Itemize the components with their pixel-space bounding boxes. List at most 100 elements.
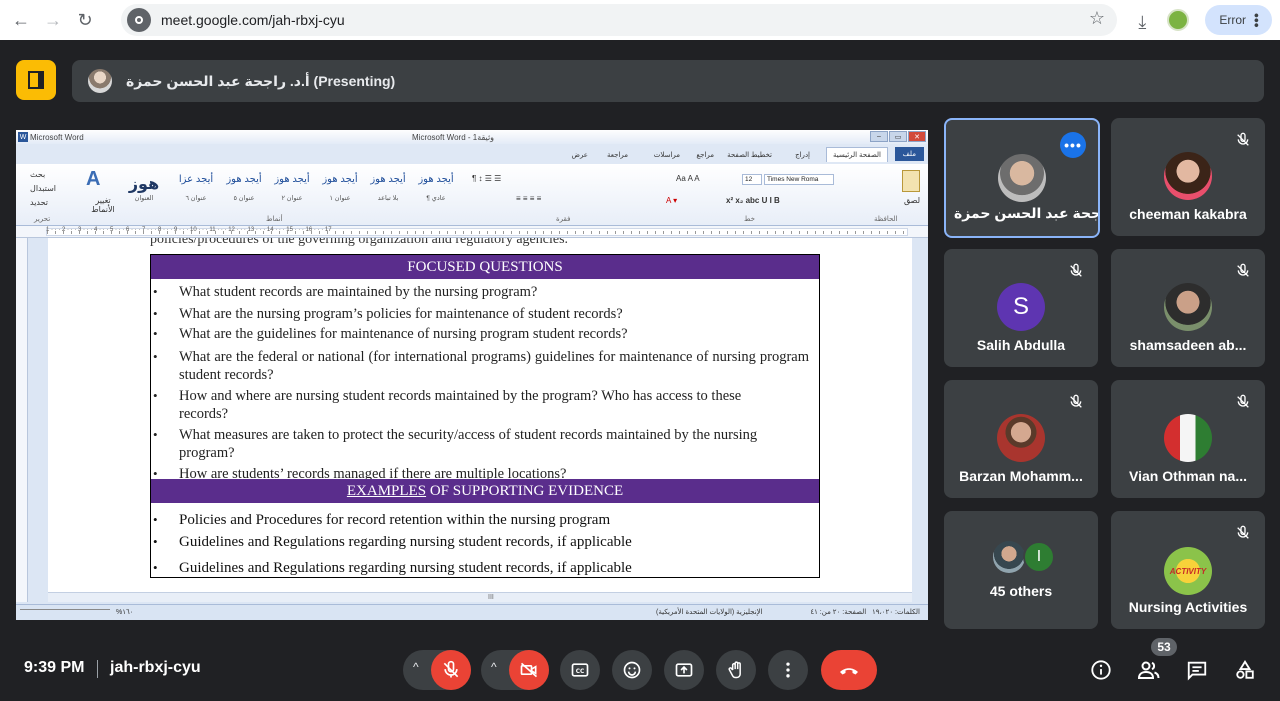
participant-name: 45 others bbox=[989, 583, 1053, 599]
participant-tile[interactable]: ACTIVITY Nursing Activities bbox=[1111, 511, 1265, 629]
tab-page-layout[interactable]: تخطيط الصفحة bbox=[727, 151, 772, 159]
address-bar[interactable]: meet.google.com/jah-rbxj-cyu ☆ bbox=[121, 4, 1117, 36]
mic-options-icon[interactable]: ^ bbox=[413, 660, 419, 674]
forward-icon[interactable]: → bbox=[42, 9, 64, 31]
participant-name: Vian Othman na... bbox=[1129, 468, 1247, 484]
tab-references[interactable]: مراجع bbox=[696, 151, 714, 159]
font-grow-shrink-buttons[interactable]: Aa A A bbox=[676, 174, 700, 186]
activities-icon bbox=[1236, 660, 1254, 679]
horizontal-ruler: 1 · · · 2 · · · 3 · · · 4 · · · 5 · · · … bbox=[16, 226, 928, 238]
change-styles-icon[interactable]: A bbox=[86, 168, 100, 191]
people-button[interactable] bbox=[1137, 658, 1161, 682]
style-no-spacing[interactable]: أيجد هوز بلا تباعد bbox=[368, 174, 408, 214]
mic-toggle-button[interactable] bbox=[431, 650, 471, 690]
participant-tile[interactable]: Barzan Mohamm... bbox=[944, 380, 1098, 498]
minimize-icon[interactable]: – bbox=[870, 131, 888, 142]
participant-tile[interactable]: shamsadeen ab... bbox=[1111, 249, 1265, 367]
profile-error-button[interactable]: Error ••• bbox=[1205, 5, 1272, 35]
align-buttons[interactable]: ≡ ≡ ≡ ≡ bbox=[516, 194, 541, 206]
evidence-item: Policies and Procedures for record reten… bbox=[153, 511, 809, 529]
avatar bbox=[998, 154, 1046, 202]
more-options-icon[interactable]: ••• bbox=[1060, 132, 1086, 158]
url-text: meet.google.com/jah-rbxj-cyu bbox=[161, 12, 345, 28]
participant-tile-others[interactable]: I 45 others bbox=[944, 511, 1098, 629]
back-icon[interactable]: ← bbox=[10, 9, 32, 31]
present-screen-icon bbox=[675, 663, 693, 677]
participant-name: Salih Abdulla bbox=[976, 337, 1066, 353]
style-title[interactable]: هوز العنوان bbox=[124, 174, 164, 214]
style-heading-1[interactable]: أيجد هوز عنوان ١ bbox=[320, 174, 360, 214]
raise-hand-button[interactable] bbox=[716, 650, 756, 690]
question-item: What are the guidelines for maintenance … bbox=[153, 325, 809, 343]
font-name-box[interactable]: Times New Roma bbox=[764, 174, 834, 185]
style-heading-6[interactable]: أيجد عزا عنوان ٦ bbox=[176, 174, 216, 214]
maximize-icon[interactable]: ▭ bbox=[889, 131, 907, 142]
svg-text:CC: CC bbox=[576, 669, 585, 675]
clipboard-group-label: الحافظة bbox=[874, 216, 898, 223]
avatar bbox=[1164, 414, 1212, 462]
camera-options-icon[interactable]: ^ bbox=[491, 660, 497, 674]
hang-up-icon bbox=[840, 668, 858, 675]
bookmark-star-icon[interactable]: ☆ bbox=[1089, 8, 1105, 29]
participant-tile[interactable]: S Salih Abdulla bbox=[944, 249, 1098, 367]
close-icon[interactable]: ✕ bbox=[908, 131, 926, 142]
document-page[interactable]: policies/procedures of the governing org… bbox=[48, 238, 912, 592]
download-icon[interactable]: ⤓ bbox=[1131, 9, 1153, 31]
change-styles-button[interactable]: تغيير الأنماط bbox=[88, 196, 118, 214]
tab-home[interactable]: الصفحة الرئيسية bbox=[825, 147, 888, 162]
shared-screen: W Microsoft Word Microsoft Word - وثيقة1… bbox=[16, 130, 928, 620]
tab-insert[interactable]: إدراج bbox=[795, 151, 810, 159]
tab-file[interactable]: ملف bbox=[894, 147, 924, 161]
participant-name: Nursing Activities bbox=[1128, 599, 1248, 615]
status-language: الإنجليزية (الولايات المتحدة الأمريكية) bbox=[656, 609, 763, 616]
word-ribbon: بحث استبدال تحديد تحرير A تغيير الأنماط … bbox=[16, 164, 928, 226]
font-size-box[interactable]: 12 bbox=[742, 174, 762, 185]
reload-icon[interactable]: ↻ bbox=[74, 9, 96, 31]
style-heading-2[interactable]: أيجد هوز عنوان ٢ bbox=[272, 174, 312, 214]
editing-group-label: تحرير bbox=[34, 216, 51, 223]
captions-button[interactable]: CC bbox=[560, 650, 600, 690]
tab-mailings[interactable]: مراسلات bbox=[654, 151, 680, 159]
microphone-control[interactable]: ^ bbox=[403, 650, 471, 690]
avatar: I bbox=[1023, 541, 1055, 573]
horizontal-scrollbar[interactable]: III bbox=[48, 592, 912, 602]
participant-tile-presenter[interactable]: ••• راجحة عبد الحسن حمزة... bbox=[944, 118, 1100, 238]
zoom-slider[interactable] bbox=[20, 609, 110, 615]
extension-icon[interactable] bbox=[1167, 9, 1190, 31]
tab-review[interactable]: مراجعة bbox=[607, 151, 628, 159]
leave-call-button[interactable] bbox=[821, 650, 877, 690]
participant-tile[interactable]: cheeman kakabra bbox=[1111, 118, 1265, 236]
more-options-button[interactable] bbox=[768, 650, 808, 690]
font-color-button[interactable]: A ▾ bbox=[666, 196, 677, 208]
select-button[interactable]: تحديد bbox=[30, 198, 48, 210]
camera-control[interactable]: ^ bbox=[481, 650, 549, 690]
activities-button[interactable] bbox=[1233, 658, 1257, 682]
presentation-icon[interactable] bbox=[16, 60, 56, 100]
emoji-icon bbox=[623, 661, 641, 679]
site-info-icon[interactable] bbox=[127, 8, 151, 32]
find-button[interactable]: بحث bbox=[30, 170, 45, 182]
font-style-buttons[interactable]: x² x₂ abc U I B bbox=[726, 196, 780, 208]
paragraph-marks-button[interactable]: ¶ ↕ ☰ ☰ bbox=[472, 174, 501, 186]
camera-toggle-button[interactable] bbox=[509, 650, 549, 690]
style-normal[interactable]: أيجد هوز ¶ عادي bbox=[416, 174, 456, 214]
tab-view[interactable]: عرض bbox=[571, 151, 588, 159]
avatar: S bbox=[997, 283, 1045, 331]
zoom-level: %١٦٠ bbox=[116, 609, 134, 616]
more-vert-icon bbox=[786, 662, 790, 678]
chat-button[interactable] bbox=[1185, 658, 1209, 682]
replace-button[interactable]: استبدال bbox=[30, 184, 56, 196]
vertical-ruler bbox=[16, 238, 28, 602]
mic-off-icon bbox=[443, 660, 459, 678]
present-now-button[interactable] bbox=[664, 650, 704, 690]
paste-icon[interactable] bbox=[902, 170, 920, 192]
styles-group-label: أنماط bbox=[266, 216, 283, 223]
paste-button[interactable]: لصق bbox=[904, 196, 920, 208]
style-heading-5[interactable]: أيجد هوز عنوان ٥ bbox=[224, 174, 264, 214]
reactions-button[interactable] bbox=[612, 650, 652, 690]
participant-tile[interactable]: Vian Othman na... bbox=[1111, 380, 1265, 498]
error-label: Error bbox=[1219, 13, 1246, 27]
browser-menu-icon[interactable]: ••• bbox=[1249, 13, 1265, 28]
meeting-details-button[interactable] bbox=[1089, 658, 1113, 682]
mic-off-icon bbox=[1237, 132, 1249, 146]
